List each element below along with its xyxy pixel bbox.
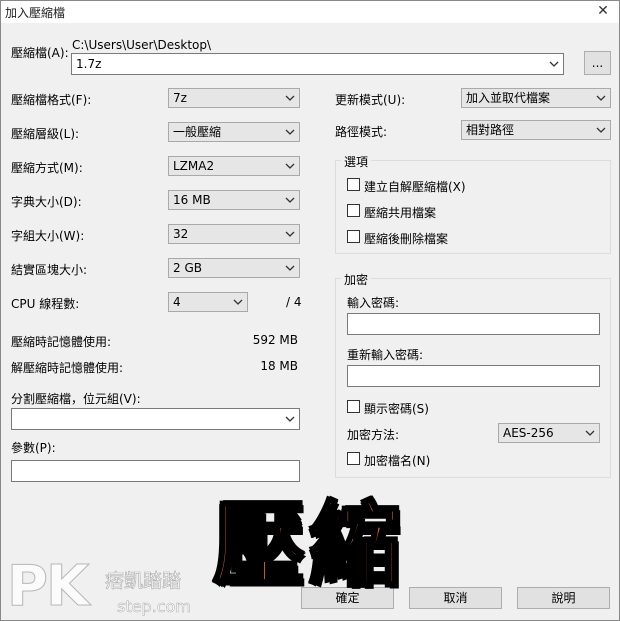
sfx-label: 建立自解壓縮檔(X)	[364, 180, 466, 194]
archive-filename-combo[interactable]: 1.7z	[71, 53, 564, 75]
window-title: 加入壓縮檔	[5, 6, 66, 20]
method-select[interactable]: LZMA2	[168, 156, 300, 176]
chevron-down-icon	[233, 299, 243, 305]
path-mode-label: 路徑模式:	[335, 125, 388, 139]
show-password-label: 顯示密碼(S)	[364, 402, 429, 416]
chevron-down-icon	[285, 197, 295, 203]
chevron-down-icon	[285, 163, 295, 169]
chevron-down-icon	[285, 231, 295, 237]
params-label: 參數(P):	[11, 441, 56, 455]
options-group-title: 選項	[341, 153, 372, 170]
add-to-archive-dialog: 加入壓縮檔 ✕ 壓縮檔(A): C:\Users\User\Desktop\ 1…	[0, 0, 620, 621]
update-mode-label: 更新模式(U):	[335, 93, 406, 107]
archive-filename: 1.7z	[76, 57, 102, 71]
dict-select[interactable]: 16 MB	[168, 190, 300, 210]
threads-value: 4	[173, 295, 181, 309]
watermark-logo: PK	[6, 554, 89, 620]
format-select[interactable]: 7z	[168, 88, 300, 108]
split-label: 分割壓縮檔，位元組(V):	[11, 392, 141, 406]
delete-after-label: 壓縮後刪除檔案	[364, 232, 449, 246]
watermark-name: 痞凱踏踏	[105, 570, 182, 593]
chevron-down-icon	[596, 95, 606, 101]
solid-value: 2 GB	[173, 261, 202, 275]
dict-label: 字典大小(D):	[11, 195, 82, 209]
dict-value: 16 MB	[173, 193, 211, 207]
path-mode-value: 相對路徑	[466, 123, 515, 137]
chevron-down-icon	[585, 430, 595, 436]
mem-decomp-label: 解壓縮時記憶體使用:	[11, 361, 124, 375]
encryption-group-title: 加密	[341, 271, 372, 288]
mem-comp-label: 壓縮時記憶體使用:	[11, 335, 112, 349]
update-mode-select[interactable]: 加入並取代檔案	[461, 88, 611, 108]
help-button[interactable]: 說明	[517, 587, 610, 609]
password-input[interactable]	[347, 313, 600, 335]
split-volume-combo[interactable]	[11, 408, 300, 430]
encrypt-names-label: 加密檔名(N)	[364, 454, 431, 468]
encryption-method-label: 加密方法:	[347, 428, 400, 442]
level-label: 壓縮層級(L):	[11, 127, 80, 141]
mem-comp-value: 592 MB	[252, 333, 298, 347]
sfx-checkbox[interactable]	[347, 178, 360, 191]
chevron-down-icon	[285, 416, 295, 422]
level-value: 一般壓縮	[173, 125, 222, 139]
encrypt-names-checkbox[interactable]	[347, 452, 360, 465]
shared-files-checkbox[interactable]	[347, 204, 360, 217]
delete-after-checkbox[interactable]	[347, 230, 360, 243]
format-value: 7z	[173, 91, 187, 105]
watermark-site: step.com	[117, 597, 191, 617]
solid-label: 結實區塊大小:	[11, 263, 88, 277]
archive-path: C:\Users\User\Desktop\	[72, 38, 212, 52]
chevron-down-icon	[285, 95, 295, 101]
word-label: 字組大小(W):	[11, 229, 85, 243]
password-label: 輸入密碼:	[347, 296, 400, 310]
chevron-down-icon	[285, 265, 295, 271]
cancel-button[interactable]: 取消	[409, 587, 502, 609]
chevron-down-icon	[549, 61, 559, 67]
chevron-down-icon	[596, 127, 606, 133]
reenter-password-label: 重新輸入密碼:	[347, 348, 424, 362]
title-bar: 加入壓縮檔 ✕	[1, 1, 619, 23]
overlay-caption: 壓縮	[211, 491, 406, 601]
method-value: LZMA2	[173, 159, 215, 173]
threads-select[interactable]: 4	[168, 292, 248, 312]
close-icon[interactable]: ✕	[595, 3, 611, 19]
level-select[interactable]: 一般壓縮	[168, 122, 300, 142]
format-label: 壓縮檔格式(F):	[11, 93, 92, 107]
word-select[interactable]: 32	[168, 224, 300, 244]
mem-decomp-value: 18 MB	[260, 359, 298, 373]
solid-select[interactable]: 2 GB	[168, 258, 300, 278]
threads-max: / 4	[286, 295, 302, 309]
update-mode-value: 加入並取代檔案	[466, 91, 551, 105]
path-mode-select[interactable]: 相對路徑	[461, 120, 611, 140]
archive-label: 壓縮檔(A):	[11, 46, 69, 60]
show-password-checkbox[interactable]	[347, 400, 360, 413]
reenter-password-input[interactable]	[347, 365, 600, 387]
encryption-method-select[interactable]: AES-256	[498, 423, 600, 443]
threads-label: CPU 線程數:	[11, 297, 80, 311]
method-label: 壓縮方式(M):	[11, 161, 83, 175]
shared-files-label: 壓縮共用檔案	[364, 206, 437, 220]
browse-button[interactable]: ...	[584, 51, 611, 75]
encryption-method-value: AES-256	[503, 426, 554, 440]
chevron-down-icon	[285, 129, 295, 135]
word-value: 32	[173, 227, 189, 241]
